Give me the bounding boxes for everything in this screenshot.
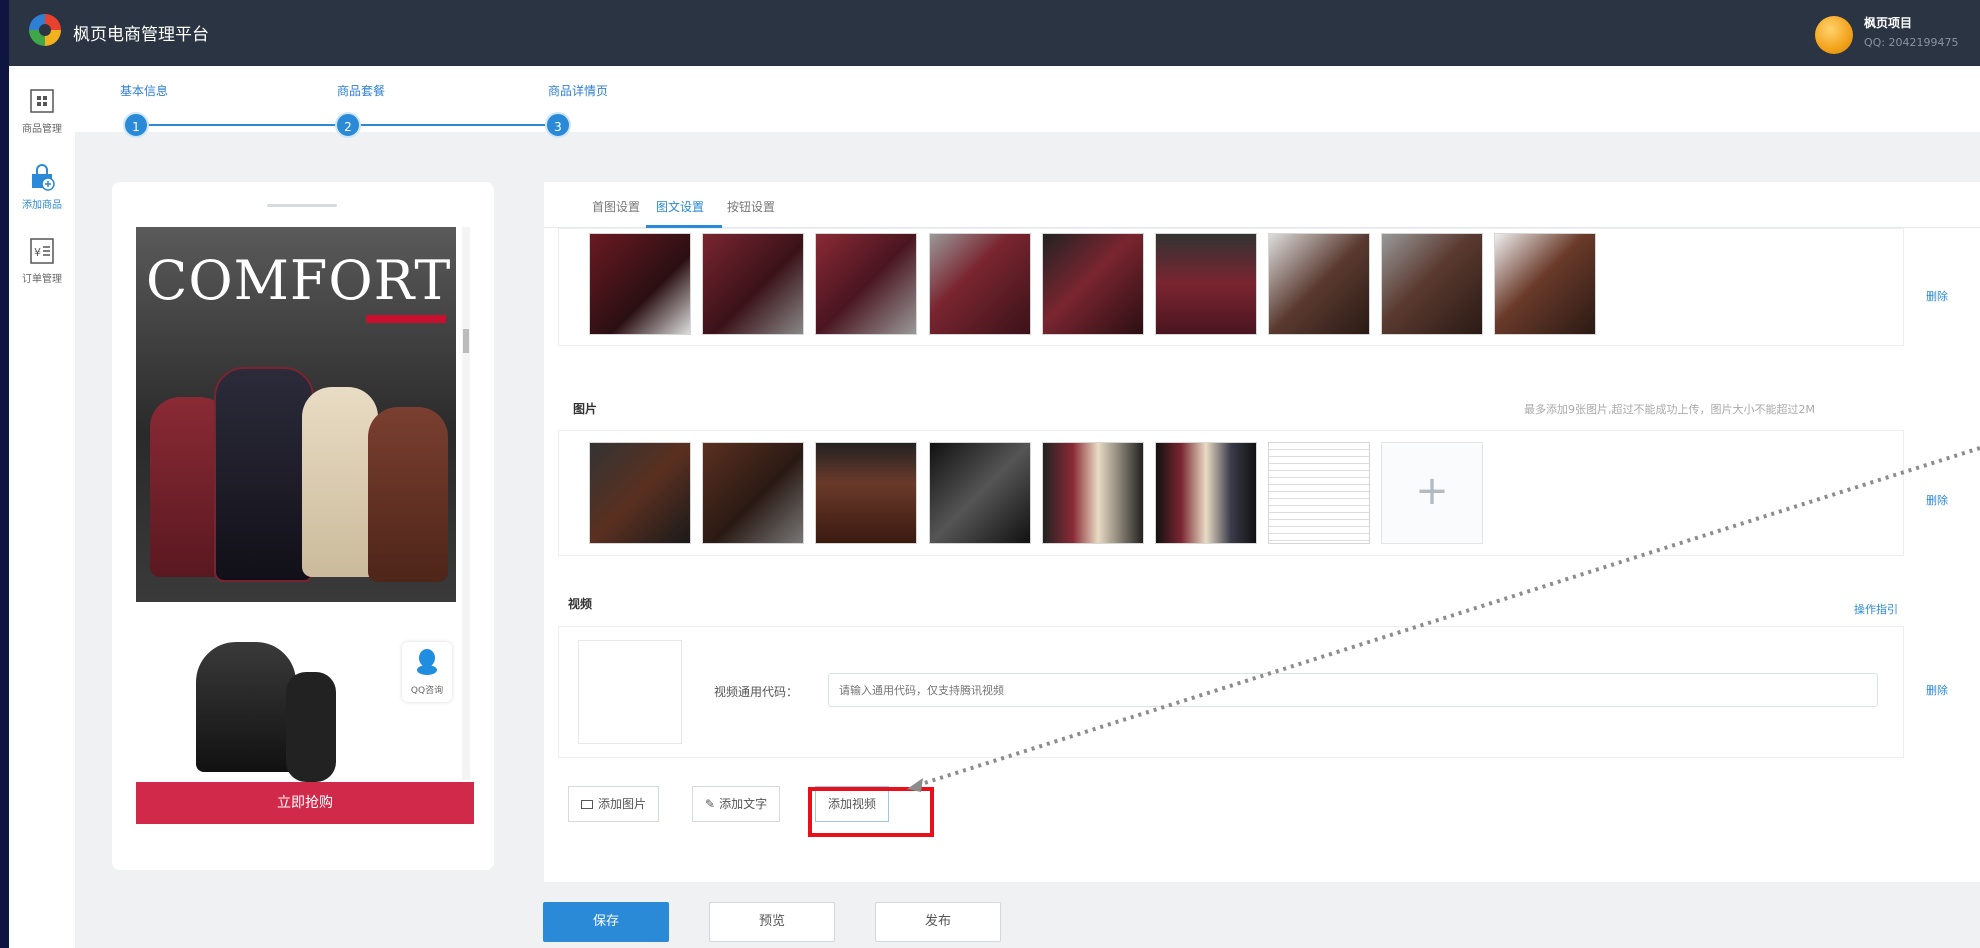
pencil-icon: ✎ [705,797,716,811]
step-dot-1[interactable]: 1 [123,112,149,138]
step-dot-3[interactable]: 3 [545,112,571,138]
save-button[interactable]: 保存 [543,902,669,942]
sidebar-item-label: 商品管理 [22,124,62,135]
image-thumbnail[interactable] [1494,233,1596,335]
product-banner-image: COMFORT [136,227,456,602]
image-thumbnail[interactable] [702,442,804,544]
phone-notch [267,204,337,207]
image-thumbnail[interactable] [1268,233,1370,335]
seat-beige [302,387,378,577]
sidebar-item-product-management[interactable]: 商品管理 [9,86,75,135]
detail-editor-card: 首图设置 图文设置 按钮设置 删除 图片 最多添加9张图片,超过不能成功上传，图… [544,182,1980,882]
publish-button[interactable]: 发布 [875,902,1001,942]
image-thumbnail[interactable] [929,233,1031,335]
image-thumbnail[interactable] [1042,233,1144,335]
tab-header-image[interactable]: 首图设置 [592,198,640,215]
image-thumbnail[interactable] [1042,442,1144,544]
sidebar-item-label: 订单管理 [22,274,62,285]
step-progress: 基本信息 商品套餐 商品详情页 1 2 3 [75,66,1980,138]
step-dot-2[interactable]: 2 [335,112,361,138]
image-thumbnail[interactable] [929,442,1031,544]
banner-red-strip [366,315,446,323]
sidebar: 商品管理 添加商品 ¥ 订单管理 [9,66,75,948]
image-thumbnail[interactable] [702,233,804,335]
product-grid-icon [30,89,54,113]
user-qq: QQ: 2042199475 [1864,36,1959,49]
app-logo-icon [29,14,61,46]
video-code-label: 视频通用代码： [714,685,799,699]
tab-image-text[interactable]: 图文设置 [656,198,704,215]
image-group-2: + [558,430,1904,556]
add-image-button[interactable]: 添加图片 [568,786,660,822]
images-upload-hint: 最多添加9张图片,超过不能成功上传，图片大小不能超过2M [1524,403,1815,416]
app-window: 枫页电商管理平台 枫页项目 QQ: 2042199475 商品管理 添加商品 ¥… [9,0,1980,948]
add-text-label: 添加文字 [719,797,768,811]
image-thumbnail[interactable] [589,442,691,544]
seat-cover-photo [286,672,336,782]
order-yen-icon: ¥ [30,238,54,264]
qq-consult-label: QQ咨询 [410,686,444,696]
step-connector [147,124,339,126]
mobile-preview: COMFORT QQ咨询 立即抢购 [112,182,494,870]
image-thumbnail[interactable] [589,233,691,335]
delete-image-group-2-link[interactable]: 删除 [1926,492,1948,508]
video-section-title: 视频 [568,597,593,611]
preview-button[interactable]: 预览 [709,902,835,942]
operation-guide-link[interactable]: 操作指引 [1854,601,1898,617]
add-bag-icon [32,164,55,191]
video-thumbnail[interactable] [578,640,682,744]
qq-consult-button[interactable]: QQ咨询 [402,642,452,702]
sidebar-item-order-management[interactable]: ¥ 订单管理 [9,236,75,285]
seat-brown [368,407,448,582]
preview-scrollbar[interactable] [462,227,470,780]
add-image-label: 添加图片 [598,797,647,811]
svg-text:¥: ¥ [34,246,41,259]
step-connector [357,124,557,126]
image-thumbnail[interactable] [1155,442,1257,544]
qq-penguin-icon [417,649,437,675]
image-thumbnail[interactable] [815,442,917,544]
image-icon [581,800,593,809]
image-thumbnail[interactable] [1155,233,1257,335]
buy-now-button[interactable]: 立即抢购 [136,782,474,824]
delete-image-group-1-link[interactable]: 删除 [1926,288,1948,304]
user-avatar[interactable] [1815,16,1853,54]
video-code-input[interactable] [828,673,1878,707]
top-header: 枫页电商管理平台 枫页项目 QQ: 2042199475 [9,0,1980,66]
banner-title: COMFORT [146,249,452,312]
image-thumbnail[interactable] [1268,442,1370,544]
tab-bar: 首图设置 图文设置 按钮设置 [544,182,1980,228]
scrollbar-thumb[interactable] [463,329,469,353]
step-label-detail-page[interactable]: 商品详情页 [548,82,608,99]
seat-black [214,367,314,582]
image-group-1 [558,228,1904,346]
highlight-annotation-box [808,787,934,837]
images-section-title: 图片 [573,402,598,416]
image-thumbnail[interactable] [815,233,917,335]
seat-cover-photo [196,642,296,772]
tab-button-settings[interactable]: 按钮设置 [727,198,775,215]
image-thumbnail[interactable] [1381,233,1483,335]
step-label-package[interactable]: 商品套餐 [337,82,385,99]
delete-video-link[interactable]: 删除 [1926,682,1948,698]
app-title: 枫页电商管理平台 [73,25,209,45]
add-text-button[interactable]: ✎ 添加文字 [692,786,781,822]
sidebar-item-add-product[interactable]: 添加商品 [9,162,75,211]
user-name[interactable]: 枫页项目 [1864,14,1912,31]
step-label-basic-info[interactable]: 基本信息 [120,82,168,99]
add-image-placeholder[interactable]: + [1381,442,1483,544]
sidebar-item-label: 添加商品 [22,200,62,211]
